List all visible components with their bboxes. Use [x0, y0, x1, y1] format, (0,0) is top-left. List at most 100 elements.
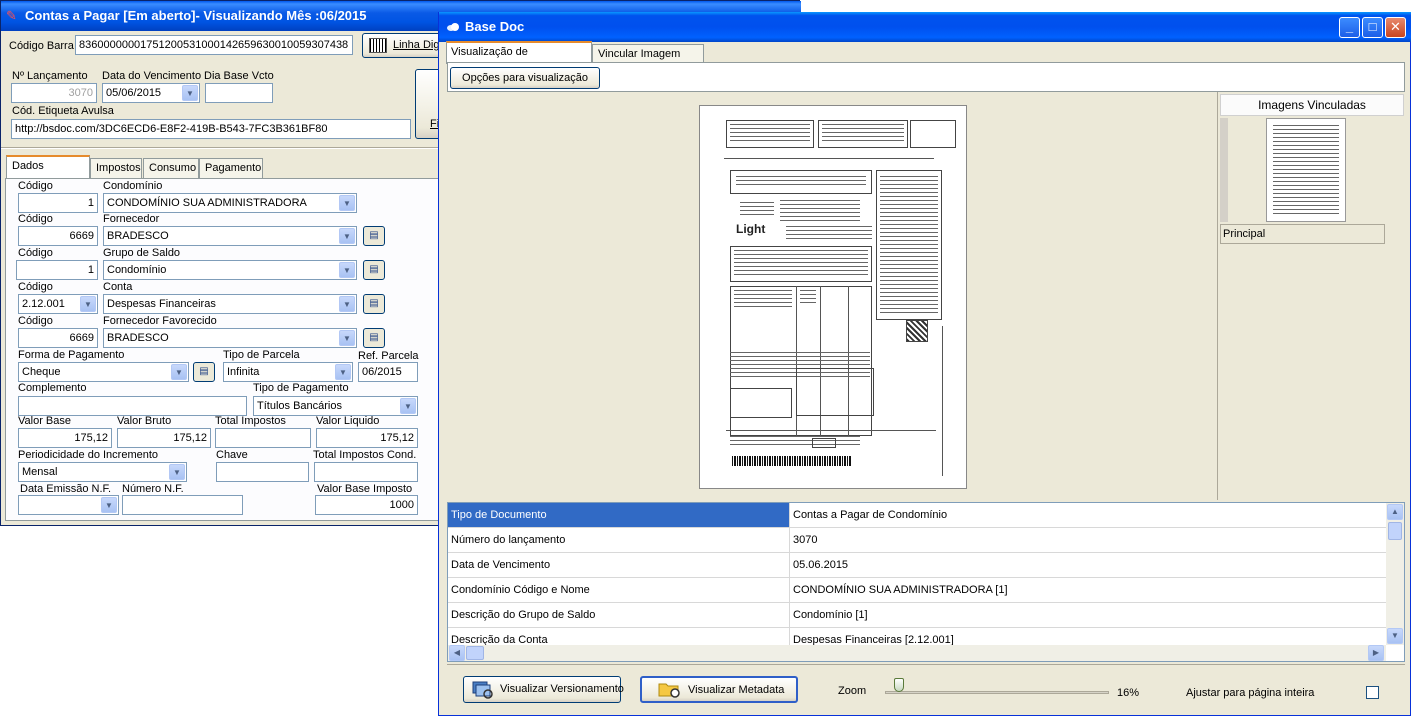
scroll-right-icon[interactable]: ▶	[1368, 645, 1384, 661]
chevron-down-icon[interactable]: ▼	[339, 330, 355, 346]
chevron-down-icon[interactable]: ▼	[339, 195, 355, 211]
visualizar-versionamento-button[interactable]: Visualizar Versionamento	[463, 676, 624, 703]
forma-pagamento-value: Cheque	[22, 366, 61, 378]
tab-consumo[interactable]: Consumo	[143, 158, 199, 178]
periodicidade-select[interactable]: Mensal ▼	[18, 462, 187, 482]
condominio-code-input[interactable]: 1	[18, 193, 98, 213]
scroll-thumb[interactable]	[1388, 522, 1402, 540]
data-emissao-picker[interactable]: ▼	[18, 495, 119, 515]
numero-nf-input[interactable]	[122, 495, 243, 515]
zoom-thumb[interactable]	[894, 678, 904, 692]
table-row[interactable]: Descrição da Conta Despesas Financeiras […	[448, 628, 1386, 645]
chevron-down-icon[interactable]: ▼	[101, 497, 117, 513]
codigo-barra-input[interactable]: 8360000000175120053100014265963001005930…	[75, 35, 353, 55]
complemento-input[interactable]	[18, 396, 247, 416]
condominio-select[interactable]: CONDOMÍNIO SUA ADMINISTRADORA ▼	[103, 193, 357, 213]
ref-parcela-label: Ref. Parcela	[358, 350, 419, 362]
fornecedor-favorecido-code-input[interactable]: 6669	[18, 328, 98, 348]
metadata-value: Contas a Pagar de Condomínio	[793, 509, 948, 521]
chevron-down-icon[interactable]: ▼	[335, 364, 351, 380]
visualizar-metadata-button[interactable]: Visualizar Metadata	[640, 676, 798, 703]
lookup-icon: ▤	[369, 230, 379, 241]
document-preview-area: Light	[447, 92, 1217, 500]
scroll-left-icon[interactable]: ◀	[449, 645, 465, 661]
vertical-scrollbar[interactable]: ▲ ▼	[1386, 503, 1404, 645]
opcoes-visualizacao-button[interactable]: Opções para visualização	[450, 67, 600, 89]
grupo-saldo-lookup-button[interactable]: ▤	[363, 260, 385, 280]
chevron-down-icon[interactable]: ▼	[182, 85, 198, 101]
tipo-pagamento-value: Títulos Bancários	[257, 400, 342, 412]
zoom-slider[interactable]	[885, 675, 1109, 703]
table-row[interactable]: Número do lançamento 3070	[448, 528, 1386, 553]
valor-liquido-label: Valor Liquido	[316, 415, 380, 427]
conta-lookup-button[interactable]: ▤	[363, 294, 385, 314]
valor-base-input[interactable]: 175,12	[18, 428, 112, 448]
tipo-pagamento-select[interactable]: Títulos Bancários ▼	[253, 396, 418, 416]
document-page[interactable]: Light	[699, 105, 967, 489]
valor-liquido-input[interactable]: 175,12	[316, 428, 418, 448]
codigo-label: Código	[18, 281, 53, 293]
codigo-label: Código	[18, 180, 53, 192]
maximize-button[interactable]: □	[1362, 17, 1383, 38]
chevron-down-icon[interactable]: ▼	[400, 398, 416, 414]
tab-pagamento[interactable]: Pagamento	[199, 158, 263, 178]
data-vencimento-picker[interactable]: 05/06/2015 ▼	[102, 83, 200, 103]
ajustar-pagina-checkbox[interactable]	[1366, 686, 1379, 699]
n-lancamento-input[interactable]: 3070	[11, 83, 97, 103]
valor-base-imposto-input[interactable]: 1000	[315, 495, 418, 515]
tab-impostos[interactable]: Impostos	[90, 158, 142, 178]
tab-visualizacao-documentos[interactable]: Visualização de Documentos	[446, 41, 592, 76]
thumb-scrollbar[interactable]	[1220, 118, 1228, 222]
fornecedor-favorecido-lookup-button[interactable]: ▤	[363, 328, 385, 348]
scroll-up-icon[interactable]: ▲	[1387, 504, 1403, 520]
tab-dados-basicos[interactable]: Dados Básicos	[6, 155, 90, 190]
fornecedor-code-input[interactable]: 6669	[18, 226, 98, 246]
tipo-pagamento-label: Tipo de Pagamento	[253, 382, 349, 394]
linha-digitavel-button[interactable]: Linha Digi	[362, 33, 442, 58]
thumbnail-principal[interactable]	[1266, 118, 1346, 222]
conta-code-select[interactable]: 2.12.001 ▼	[18, 294, 98, 314]
scroll-down-icon[interactable]: ▼	[1387, 628, 1403, 644]
folder-search-icon	[658, 683, 680, 698]
window-title-bar[interactable]: Base Doc _ □ ✕	[439, 12, 1411, 42]
barcode-icon	[369, 38, 387, 53]
periodicidade-value: Mensal	[22, 466, 58, 478]
chave-input[interactable]	[216, 462, 309, 482]
bottom-toolbar: Visualizar Versionamento Visualizar Meta…	[447, 664, 1405, 708]
chevron-down-icon[interactable]: ▼	[169, 464, 185, 480]
chevron-down-icon[interactable]: ▼	[339, 262, 355, 278]
horizontal-scrollbar[interactable]: ◀ ▶	[448, 645, 1386, 661]
minimize-button[interactable]: _	[1339, 17, 1360, 38]
condominio-label: Condomínio	[103, 180, 163, 192]
fornecedor-select[interactable]: BRADESCO ▼	[103, 226, 357, 246]
table-row[interactable]: Condomínio Código e Nome CONDOMÍNIO SUA A…	[448, 578, 1386, 603]
forma-pagamento-select[interactable]: Cheque ▼	[18, 362, 189, 382]
table-row[interactable]: Data de Vencimento 05.06.2015	[448, 553, 1386, 578]
fornecedor-favorecido-select[interactable]: BRADESCO ▼	[103, 328, 357, 348]
total-impostos-cond-input[interactable]	[314, 462, 418, 482]
etiqueta-input[interactable]: http://bsdoc.com/3DC6ECD6-E8F2-419B-B543…	[11, 119, 411, 139]
tipo-parcela-select[interactable]: Infinita ▼	[223, 362, 353, 382]
table-row[interactable]: Tipo de Documento Contas a Pagar de Condo…	[448, 503, 1386, 528]
forma-pagamento-lookup-button[interactable]: ▤	[193, 362, 215, 382]
app-icon: ✎	[6, 8, 17, 23]
h-scroll-thumb[interactable]	[466, 646, 484, 660]
chevron-down-icon[interactable]: ▼	[339, 296, 355, 312]
table-row[interactable]: Descrição do Grupo de Saldo Condomínio [1…	[448, 603, 1386, 628]
fornecedor-lookup-button[interactable]: ▤	[363, 226, 385, 246]
visualizar-versionamento-label: Visualizar Versionamento	[500, 683, 624, 695]
chevron-down-icon[interactable]: ▼	[80, 296, 96, 312]
chevron-down-icon[interactable]: ▼	[339, 228, 355, 244]
imagens-vinculadas-panel: Imagens Vinculadas Principal	[1217, 92, 1405, 500]
tab-vincular-imagem-orfa[interactable]: Vincular Imagem Órfã	[592, 44, 704, 78]
grupo-saldo-code-input[interactable]: 1	[16, 260, 98, 280]
total-impostos-input[interactable]	[215, 428, 311, 448]
ref-parcela-input[interactable]: 06/2015	[358, 362, 418, 382]
chevron-down-icon[interactable]: ▼	[171, 364, 187, 380]
close-button[interactable]: ✕	[1385, 17, 1406, 38]
valor-bruto-input[interactable]: 175,12	[117, 428, 211, 448]
conta-select[interactable]: Despesas Financeiras ▼	[103, 294, 357, 314]
grupo-saldo-select[interactable]: Condomínio ▼	[103, 260, 357, 280]
metadata-value: CONDOMÍNIO SUA ADMINISTRADORA [1]	[793, 584, 1008, 596]
dia-base-input[interactable]	[205, 83, 273, 103]
